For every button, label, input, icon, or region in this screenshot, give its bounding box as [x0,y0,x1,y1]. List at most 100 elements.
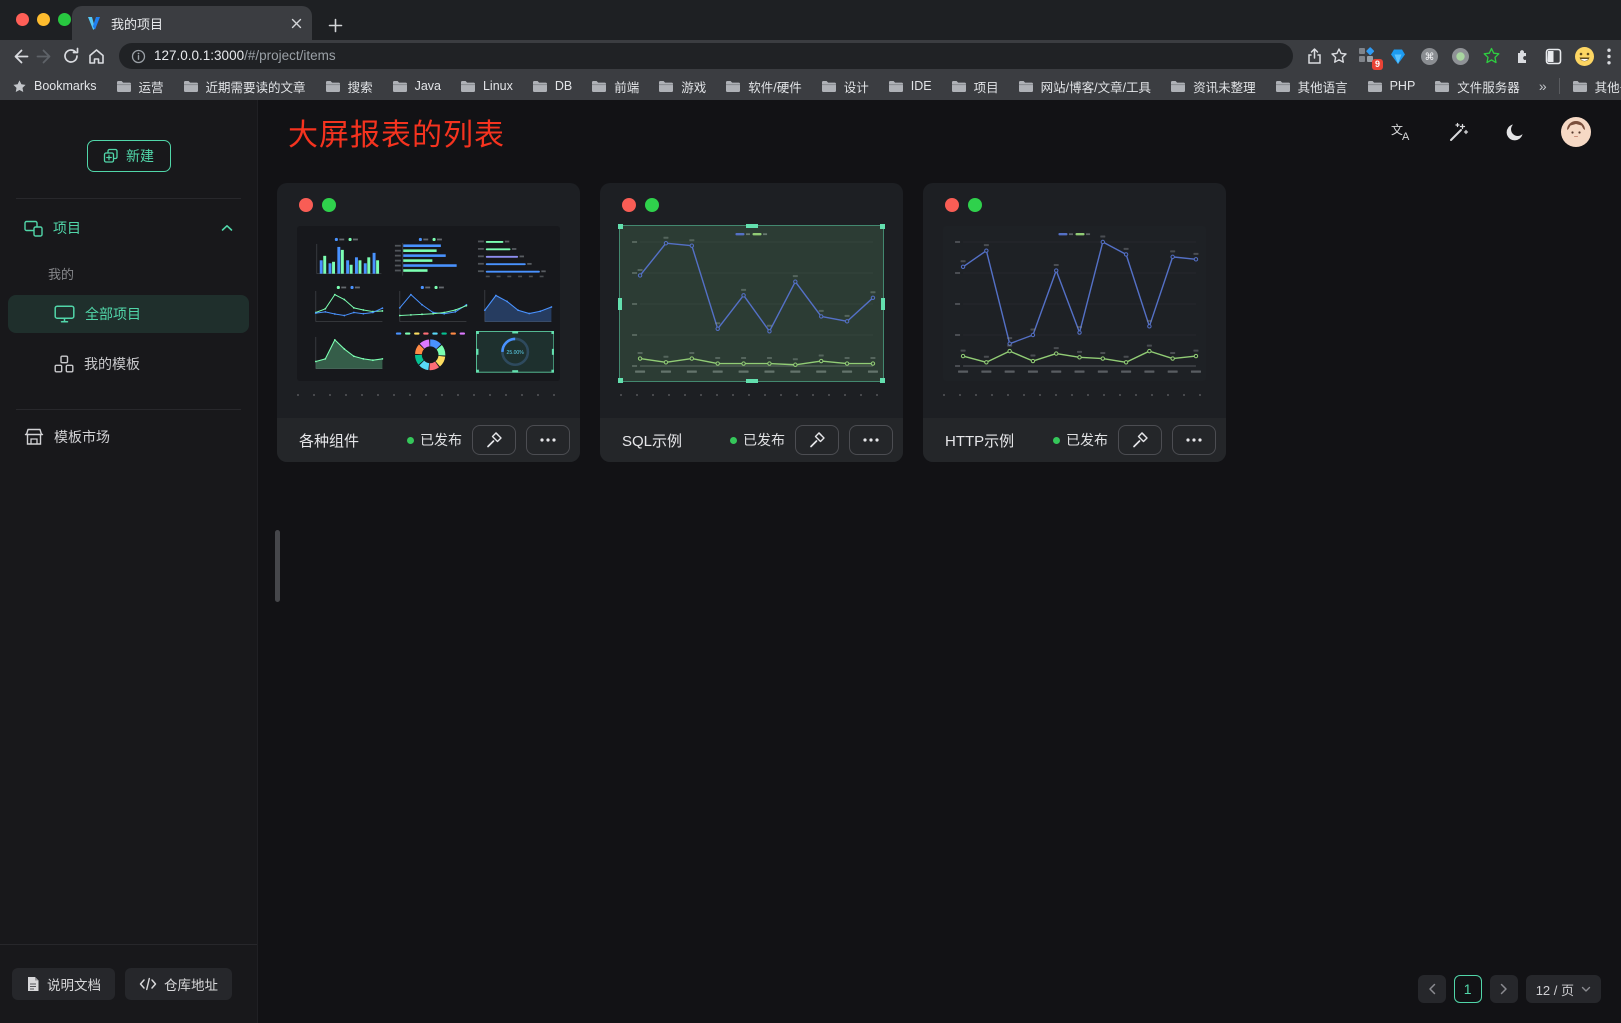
extensions-puzzle-icon[interactable] [1510,47,1534,65]
page-header: 大屏报表的列表 文A [258,100,1621,164]
prev-page-button[interactable] [1418,975,1446,1003]
ellipsis-icon [540,438,556,442]
bookmarks-manager[interactable]: Bookmarks [12,79,97,94]
project-card-http-example[interactable]: HTTP示例 已发布 [923,183,1226,462]
folder-icon [1275,80,1291,93]
project-thumbnail[interactable]: 25.00% [297,226,560,381]
extension-proxy-icon[interactable]: 9 [1355,47,1379,65]
close-tab-icon[interactable] [291,18,302,29]
profile-avatar-smiley[interactable] [1572,46,1596,67]
other-bookmarks-folder[interactable]: 其他书签 [1572,77,1621,96]
tab-title: 我的项目 [111,14,282,33]
bookmark-folder[interactable]: 文件服务器 [1434,77,1520,96]
bookmark-folder-label: 网站/博客/文章/工具 [1041,77,1151,96]
bookmark-folder[interactable]: 搜索 [325,77,373,96]
folder-icon [1572,80,1588,93]
forward-button[interactable] [36,47,55,66]
bookmark-folder[interactable]: 网站/博客/文章/工具 [1018,77,1151,96]
sidebar-item-all-projects[interactable]: 全部项目 [8,295,249,333]
fullscreen-window-button[interactable] [58,13,71,26]
hammer-icon [1131,431,1149,449]
bookmark-folder[interactable]: 资讯未整理 [1170,77,1256,96]
bookmark-folder-label: 搜索 [348,77,373,96]
folder-icon [725,80,741,93]
extension-command-icon[interactable]: ⌘ [1417,47,1441,66]
bookmark-folder-label: Linux [483,79,513,93]
sidebar-item-template-market[interactable]: 模板市场 [0,423,257,451]
new-tab-button[interactable] [328,18,343,33]
bookmark-folder[interactable]: 近期需要读的文章 [183,77,306,96]
bookmark-star-icon[interactable] [1330,47,1348,65]
site-info-icon[interactable] [131,49,146,64]
more-options-button[interactable] [526,425,570,455]
project-thumbnail[interactable] [943,226,1206,381]
reload-button[interactable] [62,47,80,65]
bookmark-folder[interactable]: Linux [460,77,513,96]
mini-chart-line [307,284,385,326]
edit-hammer-button[interactable] [472,425,516,455]
header-actions: 文A [1390,117,1591,147]
magic-wand-icon[interactable] [1448,122,1469,143]
docs-button[interactable]: 说明文档 [12,968,115,1000]
bookmark-folder[interactable]: 项目 [951,77,999,96]
more-options-button[interactable] [849,425,893,455]
bookmark-folder-label: 软件/硬件 [748,77,801,96]
dark-mode-moon-icon[interactable] [1505,122,1525,142]
bookmarks-overflow-chevron[interactable]: » [1539,78,1547,94]
mini-chart-donut [391,331,469,373]
url-text: 127.0.0.1:3000/#/project/items [154,47,336,65]
bookmark-folder[interactable]: Java [392,77,441,96]
user-avatar[interactable] [1561,117,1591,147]
extension-darkreader-icon[interactable] [1541,48,1565,65]
folder-icon [591,80,607,93]
bookmark-folder[interactable]: 软件/硬件 [725,77,801,96]
docs-button-label: 说明文档 [47,974,101,994]
bookmark-folder[interactable]: DB [532,77,572,96]
url-path: /#/project/items [244,48,336,63]
share-icon[interactable] [1306,47,1323,65]
scrollbar-thumb[interactable] [275,530,280,602]
folder-icon [532,80,548,93]
sidebar-item-label: 全部项目 [85,304,141,324]
sidebar-group-project[interactable]: 项目 [0,214,257,242]
status-dot [1053,437,1060,444]
close-window-button[interactable] [16,13,29,26]
bookmark-folder[interactable]: 游戏 [658,77,706,96]
extension-record-icon[interactable] [1448,47,1472,66]
more-options-button[interactable] [1172,425,1216,455]
bookmark-folder[interactable]: PHP [1367,77,1416,96]
project-thumbnail-selected[interactable] [620,226,883,381]
extension-tampermonkey-icon[interactable] [1479,47,1503,66]
back-button[interactable] [10,47,29,66]
document-icon [26,976,40,992]
address-bar[interactable]: 127.0.0.1:3000/#/project/items [119,43,1293,69]
minimize-window-button[interactable] [37,13,50,26]
project-card-sql-example[interactable]: SQL示例 已发布 [600,183,903,462]
bookmark-folder[interactable]: 设计 [821,77,869,96]
next-page-button[interactable] [1490,975,1518,1003]
bookmark-folder[interactable]: 其他语言 [1275,77,1348,96]
language-icon[interactable]: 文A [1390,122,1412,142]
new-project-button[interactable]: 新建 [87,140,171,172]
repo-button[interactable]: 仓库地址 [125,968,232,1000]
edit-hammer-button[interactable] [795,425,839,455]
extension-badge: 9 [1372,59,1383,70]
bookmark-folder[interactable]: IDE [888,77,932,96]
goview-favicon [86,15,102,31]
copy-plus-icon [103,148,119,164]
sidebar-item-my-templates[interactable]: 我的模板 [8,345,249,383]
bookmark-folder[interactable]: 前端 [591,77,639,96]
folder-icon [1170,80,1186,93]
edit-hammer-button[interactable] [1118,425,1162,455]
home-button[interactable] [87,47,106,66]
page-size-select[interactable]: 12 / 页 [1526,975,1601,1003]
folder-icon [1018,80,1034,93]
current-page-button[interactable]: 1 [1454,975,1482,1003]
browser-menu-icon[interactable] [1607,48,1611,65]
template-blocks-icon [54,355,74,373]
bookmark-folder[interactable]: 运营 [116,77,164,96]
extension-gem-icon[interactable] [1386,48,1410,65]
browser-tab[interactable]: 我的项目 [72,6,312,40]
project-card-various-components[interactable]: 25.00% 各种组件 已发布 [277,183,580,462]
mini-chart-area [476,284,554,326]
